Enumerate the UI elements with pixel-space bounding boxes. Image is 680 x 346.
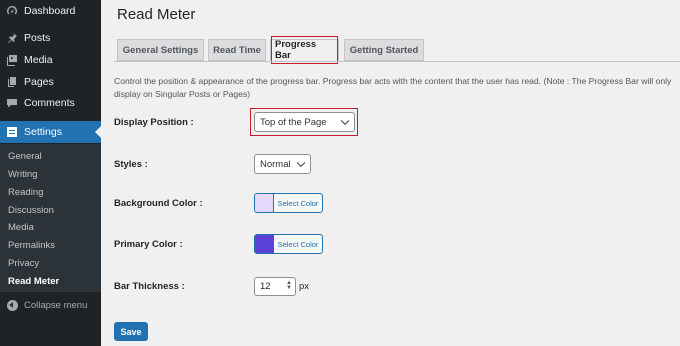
- tab-progress-bar[interactable]: Progress Bar: [270, 36, 339, 64]
- page-title: Read Meter: [117, 6, 196, 23]
- primary-color-picker[interactable]: Select Color: [254, 234, 323, 254]
- sidebar-item-label: Comments: [24, 97, 75, 109]
- bar-thickness-label: Bar Thickness :: [114, 281, 185, 292]
- sidebar-item-settings[interactable]: Settings: [0, 121, 101, 143]
- bar-thickness-input[interactable]: 12 ▲ ▼: [254, 277, 296, 296]
- tab-divider: [114, 61, 680, 62]
- active-indicator: [95, 126, 101, 138]
- tab-general-settings[interactable]: General Settings: [117, 39, 204, 61]
- select-value: Normal: [260, 158, 291, 170]
- sidebar-item-label: Dashboard: [24, 5, 76, 17]
- collapse-icon: [7, 299, 18, 311]
- background-color-picker[interactable]: Select Color: [254, 193, 323, 213]
- color-swatch: [255, 194, 274, 212]
- submenu-item-writing[interactable]: Writing: [8, 169, 37, 180]
- submenu-item-discussion[interactable]: Discussion: [8, 205, 54, 216]
- admin-sidebar: Dashboard Posts Media Pages Comments Set…: [0, 0, 101, 346]
- sidebar-item-posts[interactable]: Posts: [0, 27, 101, 49]
- unit-label: px: [299, 281, 310, 292]
- sidebar-item-comments[interactable]: Comments: [0, 92, 101, 114]
- save-button[interactable]: Save: [114, 322, 148, 341]
- input-value: 12: [260, 281, 271, 292]
- styles-label: Styles :: [114, 159, 148, 170]
- settings-icon: [6, 126, 18, 138]
- submenu-item-media[interactable]: Media: [8, 222, 34, 233]
- sidebar-item-label: Settings: [24, 126, 62, 138]
- tab-getting-started[interactable]: Getting Started: [344, 39, 424, 61]
- submenu-item-general[interactable]: General: [8, 151, 42, 162]
- comment-icon: [6, 97, 18, 109]
- select-value: Top of the Page: [260, 116, 327, 128]
- submenu-item-permalinks[interactable]: Permalinks: [8, 240, 55, 251]
- submenu-item-reading[interactable]: Reading: [8, 187, 43, 198]
- sidebar-item-label: Media: [24, 54, 53, 66]
- media-icon: [6, 54, 18, 66]
- section-description: Control the position & appearance of the…: [114, 76, 672, 99]
- sidebar-item-dashboard[interactable]: Dashboard: [0, 0, 101, 22]
- select-color-label: Select Color: [277, 198, 319, 208]
- submenu-item-read-meter[interactable]: Read Meter: [8, 276, 59, 287]
- sidebar-item-label: Pages: [24, 76, 54, 88]
- pin-icon: [6, 32, 18, 44]
- display-position-label: Display Position :: [114, 117, 194, 128]
- collapse-label: Collapse menu: [24, 299, 88, 311]
- spinner-arrows-icon[interactable]: ▲ ▼: [286, 280, 292, 291]
- select-color-label: Select Color: [277, 239, 319, 249]
- tab-label: Read Time: [213, 44, 261, 56]
- chevron-down-icon: [340, 116, 350, 126]
- sidebar-item-media[interactable]: Media: [0, 49, 101, 71]
- display-position-select[interactable]: Top of the Page: [254, 112, 355, 132]
- primary-color-label: Primary Color :: [114, 239, 183, 250]
- pages-icon: [6, 76, 18, 88]
- dashboard-icon: [6, 5, 18, 17]
- collapse-menu-button[interactable]: Collapse menu: [0, 296, 101, 314]
- settings-submenu: [0, 144, 101, 292]
- styles-select[interactable]: Normal: [254, 154, 311, 174]
- chevron-down-icon: [296, 158, 306, 168]
- tab-label: General Settings: [122, 44, 199, 56]
- background-color-label: Background Color :: [114, 198, 203, 209]
- tab-label: Getting Started: [349, 44, 419, 56]
- sidebar-item-pages[interactable]: Pages: [0, 71, 101, 93]
- tab-read-time[interactable]: Read Time: [208, 39, 266, 61]
- tab-label: Progress Bar: [271, 36, 338, 64]
- sidebar-item-label: Posts: [24, 32, 51, 44]
- submenu-item-privacy[interactable]: Privacy: [8, 258, 39, 269]
- color-swatch: [255, 235, 274, 253]
